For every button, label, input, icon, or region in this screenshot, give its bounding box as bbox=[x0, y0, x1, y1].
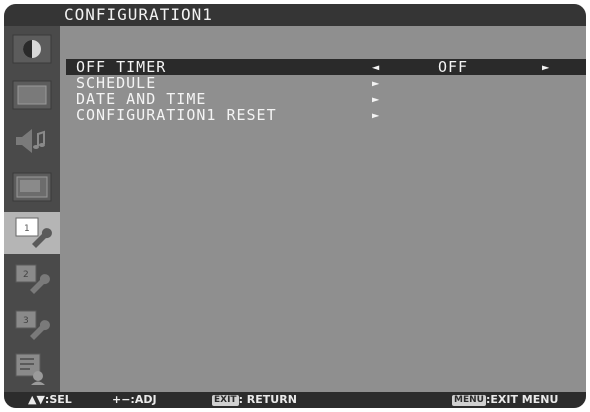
audio-icon[interactable] bbox=[10, 124, 54, 158]
exit-key-icon: EXIT bbox=[212, 395, 239, 406]
sel-hint: ▲▼:SEL bbox=[28, 392, 72, 408]
menu-key-icon: MENU bbox=[452, 395, 486, 406]
exit-menu-label: :EXIT MENU bbox=[485, 393, 559, 406]
menu-item-off-timer[interactable]: OFF TIMER ◄ OFF ► bbox=[66, 59, 586, 75]
screen-icon[interactable] bbox=[10, 78, 54, 112]
arrow-right-icon: ► bbox=[372, 92, 381, 106]
picture-icon[interactable] bbox=[10, 32, 54, 66]
osd-menu-window: CONFIGURATION1 1 2 3 OFF TIMER ◄ OFF ► S… bbox=[4, 4, 586, 408]
configuration2-icon[interactable]: 2 bbox=[10, 262, 54, 296]
arrow-left-icon[interactable]: ◄ bbox=[372, 59, 380, 75]
arrow-right-icon: ► bbox=[372, 108, 381, 122]
configuration3-icon[interactable]: 3 bbox=[10, 308, 54, 342]
sidebar: 1 2 3 bbox=[4, 26, 60, 392]
svg-text:3: 3 bbox=[23, 316, 29, 326]
title-bar: CONFIGURATION1 bbox=[4, 4, 586, 26]
sel-label: :SEL bbox=[44, 393, 72, 406]
svg-text:2: 2 bbox=[23, 270, 29, 280]
exit-hint: EXIT: RETURN bbox=[212, 392, 297, 408]
arrow-right-icon: ► bbox=[372, 76, 381, 90]
arrow-right-icon[interactable]: ► bbox=[542, 59, 550, 75]
svg-text:1: 1 bbox=[24, 224, 30, 234]
menu-list: OFF TIMER ◄ OFF ► SCHEDULE ► DATE AND TI… bbox=[66, 59, 586, 123]
menu-item-label: SCHEDULE bbox=[76, 74, 157, 92]
menu-item-schedule[interactable]: SCHEDULE ► bbox=[66, 75, 586, 91]
off-timer-value: OFF bbox=[438, 58, 469, 76]
advanced-option-icon[interactable] bbox=[10, 352, 54, 386]
menu-item-label: DATE AND TIME bbox=[76, 90, 207, 108]
menu-item-label: CONFIGURATION1 RESET bbox=[76, 106, 277, 124]
key-hint-bar: ▲▼:SEL +−:ADJ EXIT: RETURN MENU:EXIT MEN… bbox=[4, 392, 586, 408]
pip-icon[interactable] bbox=[10, 170, 54, 204]
menu-item-label: OFF TIMER bbox=[76, 58, 167, 76]
menu-hint: MENU:EXIT MENU bbox=[452, 392, 558, 408]
menu-item-configuration1-reset[interactable]: CONFIGURATION1 RESET ► bbox=[66, 107, 586, 123]
page-title: CONFIGURATION1 bbox=[64, 5, 213, 24]
adj-hint: +−:ADJ bbox=[112, 393, 157, 406]
configuration1-icon[interactable]: 1 bbox=[4, 212, 60, 254]
return-label: : RETURN bbox=[238, 393, 297, 406]
up-down-arrows-icon: ▲▼ bbox=[28, 393, 45, 406]
menu-item-date-and-time[interactable]: DATE AND TIME ► bbox=[66, 91, 586, 107]
